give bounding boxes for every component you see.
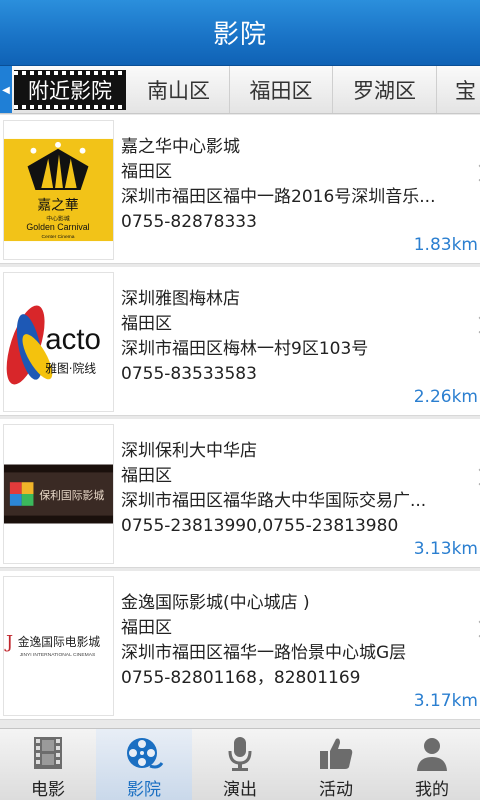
cinema-phone: 0755-23813990,0755-23813980 [121,516,399,536]
cinema-logo: J 金逸国际电影城 JINYI INTERNATIONAL CINEMAS [3,576,114,716]
cinema-distance: 3.17km [413,691,478,711]
film-icon [34,737,62,769]
cinema-distance: 1.83km [413,235,478,255]
user-icon [417,738,447,771]
chevron-right-icon [471,164,480,182]
cinema-name: 深圳保利大中华店 [121,441,257,461]
cinema-phone: 0755-82801168，82801169 [121,668,361,688]
svg-text:金逸国际电影城: 金逸国际电影城 [18,635,101,649]
cinema-name: 金逸国际影城(中心城店 ) [121,593,310,613]
cinema-list-item[interactable]: 嘉之華 中心影城 Golden Carnival Center Cinema 嘉… [0,115,480,264]
cinema-logo: 保利国际影城 [3,424,114,564]
page-title: 影院 [212,20,267,50]
svg-text:Golden Carnival: Golden Carnival [26,222,89,232]
chevron-right-icon [471,316,480,334]
bottom-navigation: 电影 影院 演出 活动 我的 [0,728,480,800]
svg-text:雅图·院线: 雅图·院线 [45,361,96,375]
cinema-distance: 3.13km [413,539,478,559]
app-header: 影院 [0,0,480,66]
scroll-left-arrow-icon[interactable]: ◀ [0,66,12,113]
cinema-list-item[interactable]: acto 雅图·院线 深圳雅图梅林店 福田区 深圳市福田区梅林一村9区103号 … [0,267,480,416]
cinema-phone: 0755-82878333 [121,212,257,232]
cinema-distance: 2.26km [413,387,478,407]
thumbs-up-icon [320,738,353,769]
cinema-district: 福田区 [121,466,172,486]
cinema-address: 深圳市福田区福中一路2016号深圳音乐... [121,187,436,207]
microphone-icon [228,737,252,771]
svg-text:acto: acto [45,323,101,356]
cinema-list-item[interactable]: J 金逸国际电影城 JINYI INTERNATIONAL CINEMAS 金逸… [0,571,480,720]
nav-mine[interactable]: 我的 [384,729,480,800]
poly-cinema-logo-icon: 保利国际影城 [4,464,113,524]
tab-baoan[interactable]: 宝 [437,66,480,113]
film-reel-icon [127,738,164,769]
nav-events[interactable]: 活动 [288,729,384,800]
cinema-address: 深圳市福田区福华路大中华国际交易广... [121,491,427,511]
svg-text:Center Cinema: Center Cinema [42,234,75,240]
cinema-list[interactable]: 嘉之華 中心影城 Golden Carnival Center Cinema 嘉… [0,115,480,727]
nav-cinemas[interactable]: 影院 [96,729,192,800]
svg-text:嘉之華: 嘉之華 [37,198,78,214]
cinema-logo: 嘉之華 中心影城 Golden Carnival Center Cinema [3,120,114,260]
nav-movies[interactable]: 电影 [0,729,96,800]
cinema-list-item[interactable]: 保利国际影城 深圳保利大中华店 福田区 深圳市福田区福华路大中华国际交易广...… [0,419,480,568]
cinema-address: 深圳市福田区梅林一村9区103号 [121,339,369,359]
chevron-right-icon [471,620,480,638]
cinema-district: 福田区 [121,314,172,334]
svg-text:保利国际影城: 保利国际影城 [39,488,104,502]
cinema-district: 福田区 [121,618,172,638]
cinema-name: 嘉之华中心影城 [121,137,240,157]
tab-futian[interactable]: 福田区 [230,66,333,113]
golden-carnival-logo-icon: 嘉之華 中心影城 Golden Carnival Center Cinema [4,138,113,242]
cinema-district: 福田区 [121,162,172,182]
district-tab-bar: ◀ 附近影院 南山区 福田区 罗湖区 宝 [0,66,480,114]
nav-shows[interactable]: 演出 [192,729,288,800]
tab-luohu[interactable]: 罗湖区 [333,66,437,113]
chevron-right-icon [471,468,480,486]
cinema-logo: acto 雅图·院线 [3,272,114,412]
cinema-phone: 0755-83533583 [121,364,257,384]
svg-text:J: J [4,633,13,653]
acto-logo-icon: acto 雅图·院线 [6,305,101,385]
svg-text:JINYI INTERNATIONAL CINEMAS: JINYI INTERNATIONAL CINEMAS [20,652,96,658]
cinema-name: 深圳雅图梅林店 [121,289,240,309]
cinema-address: 深圳市福田区福华一路怡景中心城G层 [121,643,407,663]
jinyi-cinema-logo-icon: J 金逸国际电影城 JINYI INTERNATIONAL CINEMAS [4,633,101,658]
tab-nanshan[interactable]: 南山区 [128,66,230,113]
svg-text:中心影城: 中心影城 [46,214,70,222]
tab-nearby[interactable]: 附近影院 [14,70,126,110]
